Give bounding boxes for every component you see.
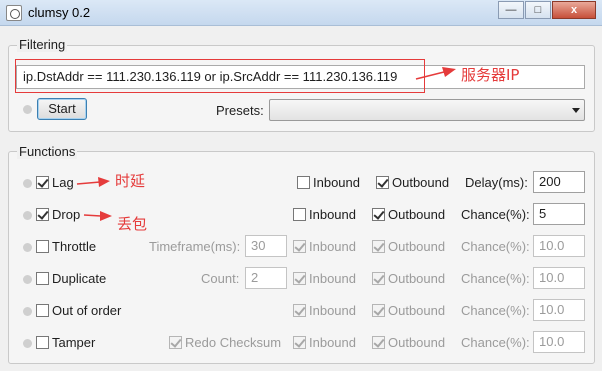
throttle-inbound-checkbox[interactable] [293,240,306,253]
duplicate-outbound-label: Outbound [388,271,446,286]
tamper-outbound-checkbox[interactable] [372,336,385,349]
lag-label: Lag [52,175,74,190]
lag-checkbox[interactable] [36,176,49,189]
lag-inbound-checkbox[interactable] [297,176,310,189]
duplicate-status-dot [23,275,32,284]
tamper-inbound-label: Inbound [309,335,356,350]
start-button[interactable]: Start [37,98,87,120]
duplicate-param-label: Chance(%): [461,271,530,286]
redo-checksum-label: Redo Checksum [185,335,282,350]
throttle-extra-label: Timeframe(ms): [149,239,241,254]
out-of-order-outbound-label: Outbound [388,303,446,318]
duplicate-param-field[interactable]: 10.0 [533,267,585,289]
duplicate-outbound-checkbox[interactable] [372,272,385,285]
out-of-order-param-label: Chance(%): [461,303,530,318]
out-of-order-outbound-checkbox[interactable] [372,304,385,317]
out-of-order-label: Out of order [52,303,122,318]
close-button[interactable]: x [552,1,596,19]
minimize-button[interactable]: — [498,1,524,19]
title-bar: clumsy 0.2 — □ x [0,0,602,26]
presets-select[interactable] [269,99,585,121]
lag-annotation: 时延 [115,172,146,190]
lag-status-dot [23,179,32,188]
drop-outbound-checkbox[interactable] [372,208,385,221]
drop-status-dot [23,211,32,220]
server-ip-annotation: 服务器IP [461,66,520,84]
throttle-status-dot [23,243,32,252]
functions-group-title: Functions [17,144,78,159]
out-of-order-checkbox[interactable] [36,304,49,317]
throttle-param-label: Chance(%): [461,239,530,254]
throttle-outbound-label: Outbound [388,239,446,254]
lag-param-field[interactable]: 200 [533,171,585,193]
throttle-inbound-label: Inbound [309,239,356,254]
redo-checksum-checkbox[interactable] [169,336,182,349]
duplicate-inbound-checkbox[interactable] [293,272,306,285]
lag-outbound-checkbox[interactable] [376,176,389,189]
duplicate-checkbox[interactable] [36,272,49,285]
presets-label: Presets: [216,103,264,118]
tamper-param-field[interactable]: 10.0 [533,331,585,353]
tamper-label: Tamper [52,335,96,350]
lag-outbound-label: Outbound [392,175,450,190]
duplicate-inbound-label: Inbound [309,271,356,286]
throttle-param-field[interactable]: 10.0 [533,235,585,257]
status-indicator [23,105,32,114]
maximize-button[interactable]: □ [525,1,551,19]
tamper-checkbox[interactable] [36,336,49,349]
throttle-checkbox[interactable] [36,240,49,253]
drop-inbound-label: Inbound [309,207,356,222]
out-of-order-inbound-label: Inbound [309,303,356,318]
throttle-label: Throttle [52,239,97,254]
drop-annotation: 丢包 [117,215,148,233]
tamper-inbound-checkbox[interactable] [293,336,306,349]
chevron-down-icon [572,108,580,113]
window-controls: — □ x [497,1,596,19]
out-of-order-status-dot [23,307,32,316]
lag-param-label: Delay(ms): [465,175,528,190]
out-of-order-param-field[interactable]: 10.0 [533,299,585,321]
drop-inbound-checkbox[interactable] [293,208,306,221]
duplicate-label: Duplicate [52,271,107,286]
duplicate-extra-field[interactable]: 2 [245,267,287,289]
out-of-order-inbound-checkbox[interactable] [293,304,306,317]
tamper-outbound-label: Outbound [388,335,446,350]
duplicate-extra-label: Count: [201,271,240,286]
filtering-group-title: Filtering [17,37,68,52]
tamper-status-dot [23,339,32,348]
tamper-param-label: Chance(%): [461,335,530,350]
app-icon [6,5,22,21]
throttle-extra-field[interactable]: 30 [245,235,287,257]
drop-checkbox[interactable] [36,208,49,221]
window-title: clumsy 0.2 [28,5,91,20]
lag-inbound-label: Inbound [313,175,360,190]
drop-param-label: Chance(%): [461,207,530,222]
drop-outbound-label: Outbound [388,207,446,222]
drop-param-field[interactable]: 5 [533,203,585,225]
drop-label: Drop [52,207,81,222]
throttle-outbound-checkbox[interactable] [372,240,385,253]
